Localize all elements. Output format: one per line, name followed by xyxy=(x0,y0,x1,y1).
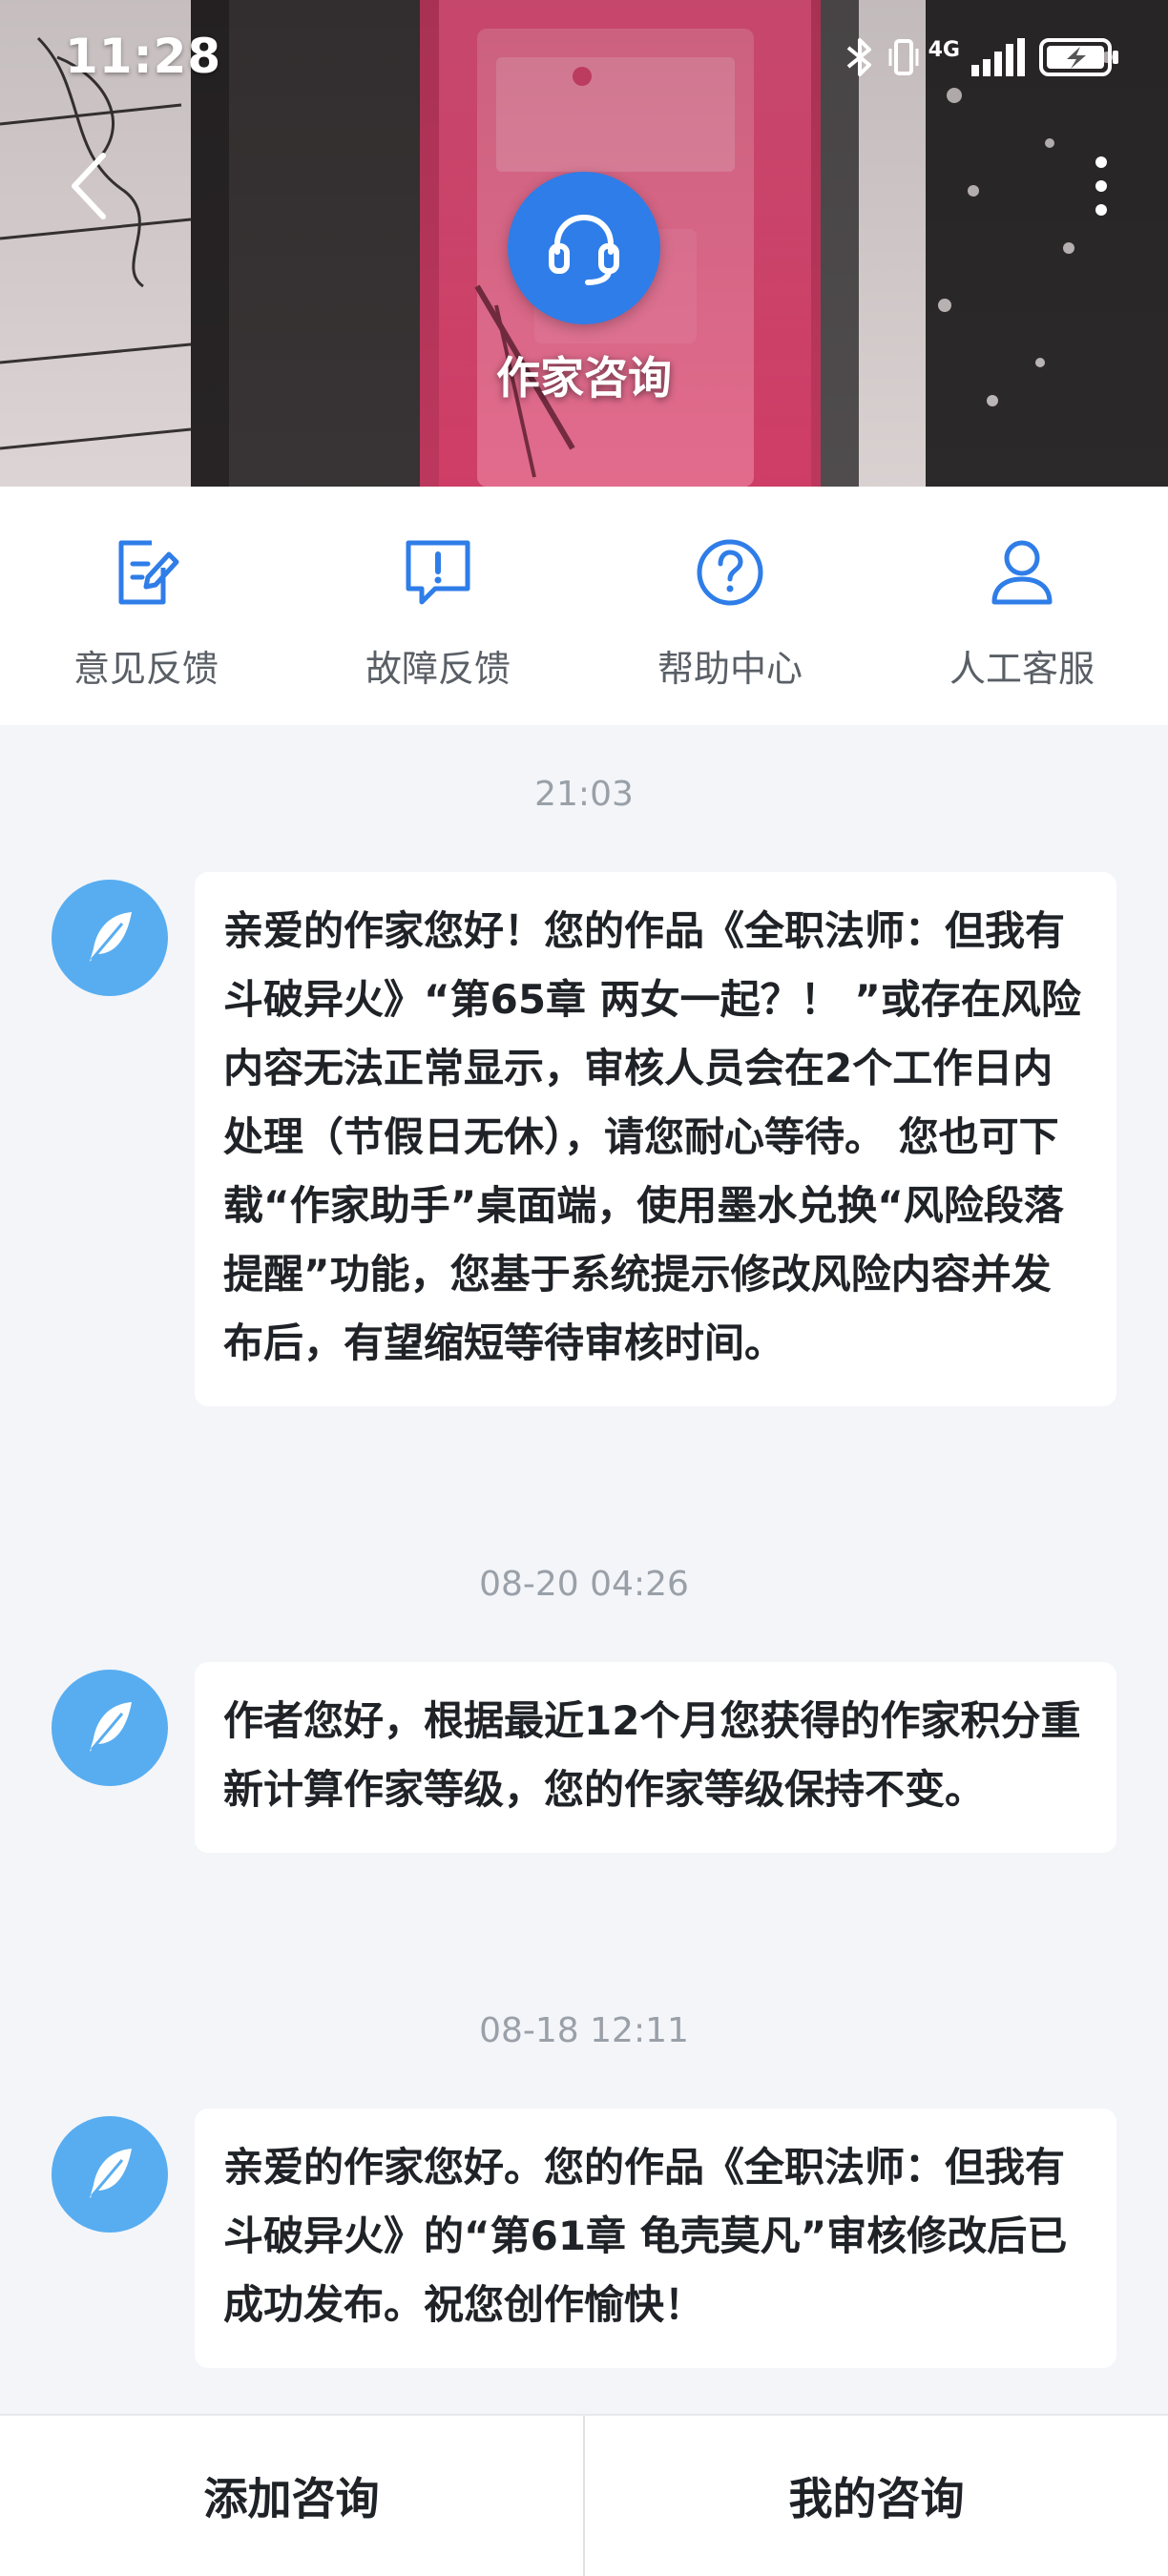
quick-nav: 意见反馈 故障反馈 帮助中心 人工客服 xyxy=(0,487,1168,725)
back-button[interactable] xyxy=(55,143,122,229)
quick-nav-bug-report[interactable]: 故障反馈 xyxy=(292,487,584,725)
bottom-action-bar: 添加咨询 我的咨询 xyxy=(0,2414,1168,2576)
more-vertical-icon xyxy=(1095,156,1107,216)
message-bubble: 亲爱的作家您好！您的作品《全职法师：但我有斗破异火》“第65章 两女一起？！ ”… xyxy=(195,872,1116,1406)
more-options-button[interactable] xyxy=(1073,143,1130,229)
message-bubble: 作者您好，根据最近12个月您获得的作家积分重新计算作家等级，您的作家等级保持不变… xyxy=(195,1662,1116,1853)
status-time: 11:28 xyxy=(65,29,222,84)
avatar xyxy=(52,2116,168,2233)
quick-nav-live-support[interactable]: 人工客服 xyxy=(876,487,1168,725)
status-bar: 11:28 4G xyxy=(0,0,1168,114)
page-title: 作家咨询 xyxy=(496,352,672,404)
quick-nav-label: 意见反馈 xyxy=(73,648,219,690)
help-circle-icon xyxy=(690,532,770,613)
feather-icon xyxy=(90,912,132,962)
quick-nav-label: 帮助中心 xyxy=(657,648,803,690)
network-type-label: 4G xyxy=(928,38,960,62)
quick-nav-label: 人工客服 xyxy=(949,648,1095,690)
feather-icon xyxy=(90,2149,132,2198)
message-timestamp: 08-20 04:26 xyxy=(479,1565,689,1604)
message-timestamp: 08-18 12:11 xyxy=(479,2011,689,2050)
vibrate-icon xyxy=(888,39,919,75)
service-logo xyxy=(508,172,660,324)
app-screen: 11:28 4G 作家咨询 意见反馈 故障反馈 帮助中心 人工客服 21:03 … xyxy=(0,0,1168,2576)
add-consultation-button[interactable]: 添加咨询 xyxy=(0,2416,583,2576)
feather-icon xyxy=(90,1702,132,1752)
quick-nav-feedback[interactable]: 意见反馈 xyxy=(0,487,292,725)
battery-charging-icon xyxy=(1039,38,1118,76)
headset-icon xyxy=(549,214,619,285)
report-issue-icon xyxy=(398,532,478,613)
bluetooth-icon xyxy=(846,38,871,76)
feedback-edit-icon xyxy=(106,532,186,613)
signal-icon xyxy=(971,38,1025,76)
avatar xyxy=(52,1670,168,1786)
chevron-left-icon xyxy=(72,153,106,219)
message-timestamp: 21:03 xyxy=(534,775,634,814)
avatar xyxy=(52,880,168,996)
message-list[interactable]: 21:03 亲爱的作家您好！您的作品《全职法师：但我有斗破异火》“第65章 两女… xyxy=(0,725,1168,2414)
my-consultations-button[interactable]: 我的咨询 xyxy=(585,2416,1168,2576)
quick-nav-help-center[interactable]: 帮助中心 xyxy=(584,487,876,725)
status-icons: 4G xyxy=(843,31,1120,84)
quick-nav-label: 故障反馈 xyxy=(365,648,511,690)
message-bubble: 亲爱的作家您好。您的作品《全职法师：但我有斗破异火》的“第61章 龟壳莫凡”审核… xyxy=(195,2109,1116,2368)
person-icon xyxy=(982,532,1062,613)
header-banner: 11:28 4G 作家咨询 xyxy=(0,0,1168,487)
